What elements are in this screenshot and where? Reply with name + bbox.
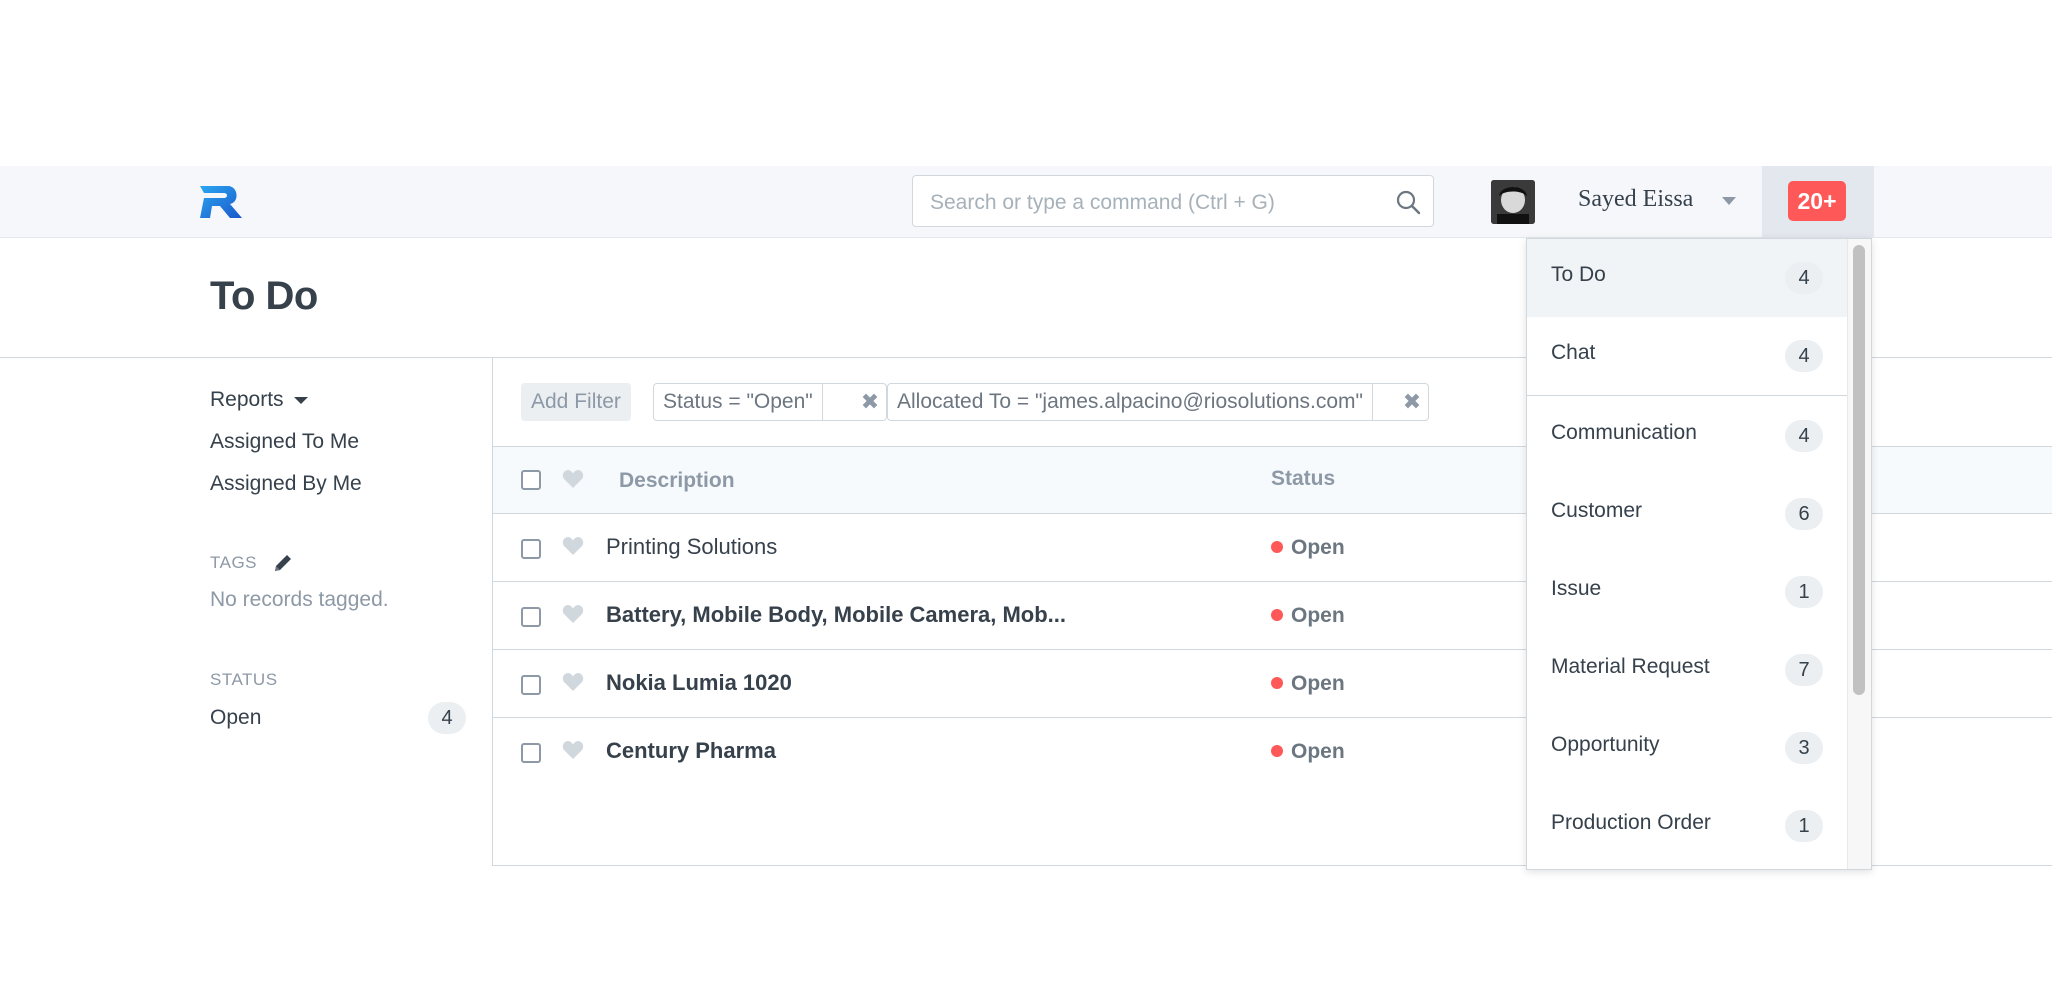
dropdown-item-production-order[interactable]: Production Order 1 [1527,787,1847,865]
sidebar-reports-label: Reports [210,388,284,411]
filter-chip-text[interactable]: Status = "Open" [654,384,823,420]
dropdown-item-label: Material Request [1551,655,1710,678]
sidebar-reports[interactable]: Reports [210,388,308,412]
user-photo-icon [1491,180,1535,224]
row-title[interactable]: Nokia Lumia 1020 [606,670,792,696]
dropdown-item-label: Production Order [1551,811,1711,834]
search-placeholder: Search or type a command (Ctrl + G) [930,191,1275,214]
dropdown-item-count: 1 [1785,576,1823,608]
heart-icon[interactable] [562,672,584,692]
status-indicator: Open [1271,672,1345,696]
status-text: Open [1291,672,1345,695]
pencil-icon[interactable] [272,552,294,574]
status-dot-icon [1271,541,1283,553]
status-indicator: Open [1271,604,1345,628]
row-checkbox[interactable] [521,539,541,559]
column-description[interactable]: Description [619,469,735,493]
dropdown-item-label: Chat [1551,341,1596,364]
dropdown-item-label: Communication [1551,421,1697,444]
row-checkbox[interactable] [521,607,541,627]
status-count-badge: 4 [428,702,466,734]
dropdown-item-to-do[interactable]: To Do 4 [1527,239,1847,317]
navbar: Search or type a command (Ctrl + G) Saye… [0,166,2052,238]
sidebar-assigned-to-me[interactable]: Assigned To Me [210,430,359,454]
row-title[interactable]: Century Pharma [606,738,776,764]
status-dot-icon [1271,677,1283,689]
sidebar-assigned-by-me[interactable]: Assigned By Me [210,472,362,496]
avatar[interactable] [1491,180,1535,224]
search-input[interactable]: Search or type a command (Ctrl + G) [912,175,1434,227]
row-checkbox[interactable] [521,743,541,763]
caret-down-icon [293,396,308,404]
dropdown-item-count: 4 [1785,420,1823,452]
dropdown-item-label: Issue [1551,577,1602,600]
add-filter-button[interactable]: Add Filter [521,383,631,421]
dropdown-scrollbar[interactable] [1853,245,1865,695]
dropdown-item-label: To Do [1551,263,1606,286]
heart-icon[interactable] [562,469,584,489]
status-indicator: Open [1271,740,1345,764]
dropdown-item-opportunity[interactable]: Opportunity 3 [1527,709,1847,787]
filter-chip-status[interactable]: Status = "Open" ✖ [653,383,887,421]
heart-icon[interactable] [562,740,584,760]
dropdown-item-count: 6 [1785,498,1823,530]
row-title[interactable]: Printing Solutions [606,534,777,560]
r-logo[interactable] [198,182,244,222]
dropdown-item-count: 1 [1785,810,1823,842]
page-title: To Do [210,274,318,318]
no-tags-text: No records tagged. [210,588,389,611]
status-indicator: Open [1271,536,1345,560]
status-dot-icon [1271,609,1283,621]
column-status[interactable]: Status [1271,467,1335,491]
dropdown-item-communication[interactable]: Communication 4 [1527,397,1847,475]
status-text: Open [1291,604,1345,627]
status-dot-icon [1271,745,1283,757]
heart-icon[interactable] [562,604,584,624]
dropdown-item-label: Customer [1551,499,1643,522]
filter-chip-allocated-to[interactable]: Allocated To = "james.alpacino@riosoluti… [887,383,1429,421]
dropdown-item-issue[interactable]: Issue 1 [1527,553,1847,631]
dropdown-item-count: 3 [1785,732,1823,764]
filter-chip-text[interactable]: Allocated To = "james.alpacino@riosoluti… [888,384,1373,420]
tags-heading: TAGS [210,553,258,572]
remove-filter-icon[interactable]: ✖ [1396,384,1428,420]
dropdown-item-material-request[interactable]: Material Request 7 [1527,631,1847,709]
dropdown-divider [1527,395,1847,396]
dropdown-item-label: Opportunity [1551,733,1660,756]
notifications-toggle[interactable]: 20+ [1762,166,1874,238]
row-title[interactable]: Battery, Mobile Body, Mobile Camera, Mob… [606,602,1066,628]
dropdown-item-chat[interactable]: Chat 4 [1527,317,1847,395]
status-text: Open [1291,536,1345,559]
dropdown-item-count: 4 [1785,262,1823,294]
select-all-checkbox[interactable] [521,470,541,490]
status-heading: STATUS [210,670,278,689]
dropdown-item-customer[interactable]: Customer 6 [1527,475,1847,553]
sidebar-status-open[interactable]: Open [210,706,261,730]
search-icon[interactable] [1395,189,1421,215]
caret-down-icon[interactable] [1722,197,1736,205]
notifications-dropdown: To Do 4 Chat 4 Communication 4 Customer … [1526,238,1872,870]
status-text: Open [1291,740,1345,763]
user-name[interactable]: Sayed Eissa [1578,186,1693,213]
row-checkbox[interactable] [521,675,541,695]
heart-icon[interactable] [562,536,584,556]
dropdown-item-count: 4 [1785,340,1823,372]
remove-filter-icon[interactable]: ✖ [854,384,886,420]
notification-badge[interactable]: 20+ [1788,181,1846,221]
dropdown-item-count: 7 [1785,654,1823,686]
